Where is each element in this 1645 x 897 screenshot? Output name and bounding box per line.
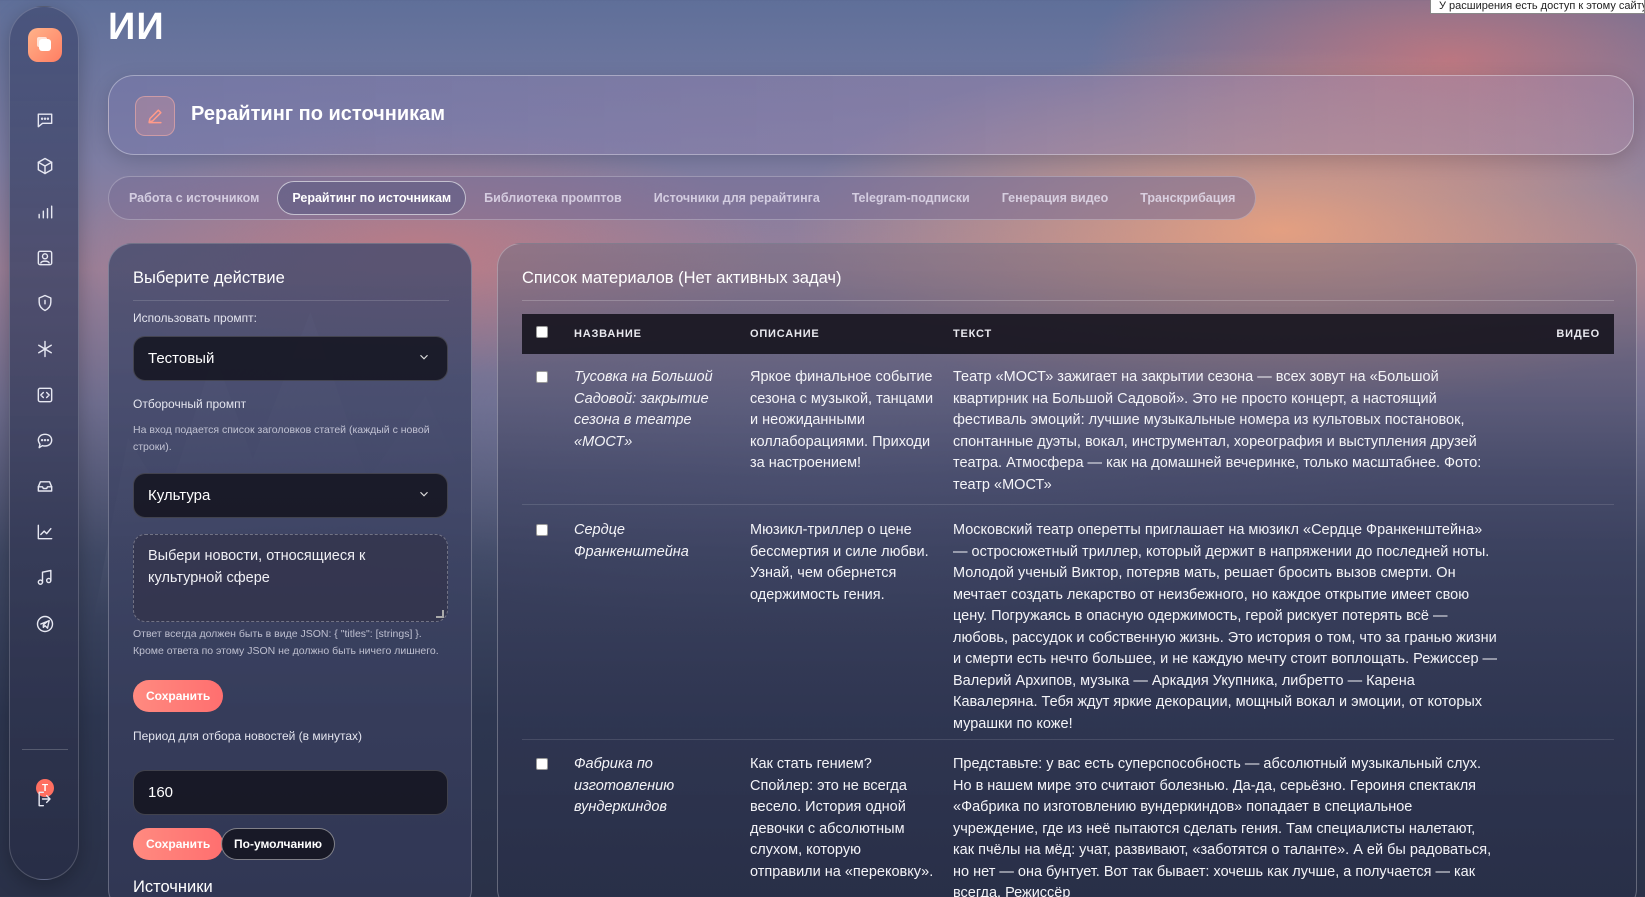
tab-transcription[interactable]: Транскрибация — [1126, 182, 1249, 214]
filter-prompt-textarea[interactable]: Выбери новости, относящиеся к культурной… — [133, 534, 448, 622]
filter-prompt-text: Выбери новости, относящиеся к культурной… — [148, 548, 366, 586]
app-logo[interactable] — [28, 28, 62, 62]
filter-prompt-value: Культура — [148, 487, 211, 504]
tab-bar: Работа с источником Рерайтинг по источни… — [108, 176, 1257, 220]
logo-icon — [39, 39, 51, 51]
table-row[interactable]: Сердце Франкенштейна Мюзикл-триллер о це… — [522, 505, 1614, 740]
row-description: Как стать гением? Спойлер: это не всегда… — [750, 756, 934, 880]
sidebar: T — [9, 6, 79, 880]
cube-icon[interactable] — [30, 151, 60, 181]
save-period-button[interactable]: Сохранить — [133, 828, 224, 860]
period-label: Период для отбора новостей (в минутах) — [133, 729, 362, 743]
prompt-label: Использовать промпт: — [133, 311, 257, 325]
bar-chart-icon[interactable] — [30, 197, 60, 227]
prompt-select-value: Тестовый — [148, 350, 215, 367]
row-name: Фабрика по изготовлению вундеркиндов — [574, 756, 675, 815]
shield-icon[interactable] — [30, 288, 60, 318]
edit-pen-icon — [135, 96, 175, 136]
row-text: Театр «МОСТ» зажигает на закрытии сезона… — [953, 369, 1482, 493]
chevron-down-icon — [417, 350, 433, 366]
row-checkbox[interactable] — [536, 371, 548, 383]
row-checkbox[interactable] — [536, 524, 548, 536]
chat-icon[interactable] — [30, 105, 60, 135]
materials-table: НАЗВАНИЕ ОПИСАНИЕ ТЕКСТ ВИДЕО Тусовка на… — [522, 314, 1614, 897]
action-panel: Выберите действие Использовать промпт: Т… — [108, 243, 472, 897]
tab-source-work[interactable]: Работа с источником — [115, 182, 273, 214]
divider — [522, 300, 1614, 301]
tab-video-generation[interactable]: Генерация видео — [988, 182, 1123, 214]
prompt-select[interactable]: Тестовый — [133, 336, 448, 381]
filter-prompt-label: Отборочный промпт — [133, 397, 247, 411]
tab-prompt-library[interactable]: Библиотека промптов — [470, 182, 636, 214]
tab-rewrite-sources[interactable]: Источники для рерайтинга — [640, 182, 834, 214]
row-text: Представьте: у вас есть суперспособность… — [953, 756, 1492, 897]
save-prompt-button[interactable]: Сохранить — [133, 680, 224, 712]
sidebar-divider — [22, 749, 68, 750]
row-name: Сердце Франкенштейна — [574, 522, 689, 560]
materials-panel: Список материалов (Нет активных задач) Н… — [497, 243, 1637, 897]
tab-telegram-subscriptions[interactable]: Telegram-подписки — [838, 182, 984, 214]
materials-title: Список материалов (Нет активных задач) — [522, 269, 842, 287]
extension-access-banner: У расширения есть доступ к этому сайту — [1430, 0, 1645, 14]
json-format-help: Ответ всегда должен быть в виде JSON: { … — [133, 628, 439, 657]
table-row[interactable]: Тусовка на Большой Садовой: закрытие сез… — [522, 354, 1614, 505]
row-text: Московский театр оперетты приглашает на … — [953, 522, 1498, 732]
table-row[interactable]: Фабрика по изготовлению вундеркиндов Как… — [522, 740, 1614, 897]
telegram-icon[interactable] — [30, 609, 60, 639]
row-name: Тусовка на Большой Садовой: закрытие сез… — [574, 369, 713, 450]
row-description: Мюзикл-триллер о цене бессмертия и силе … — [750, 522, 929, 603]
page-title: Рерайтинг по источникам — [191, 103, 446, 125]
chevron-down-icon — [417, 487, 433, 503]
divider — [133, 300, 449, 301]
inbox-icon[interactable] — [30, 471, 60, 501]
message-icon[interactable] — [30, 426, 60, 456]
sources-title: Источники — [133, 878, 213, 896]
user-card-icon[interactable] — [30, 243, 60, 273]
column-text[interactable]: ТЕКСТ — [953, 328, 992, 340]
action-panel-title: Выберите действие — [133, 269, 285, 287]
asterisk-icon[interactable] — [30, 334, 60, 364]
logout-icon[interactable] — [30, 784, 60, 814]
table-header: НАЗВАНИЕ ОПИСАНИЕ ТЕКСТ ВИДЕО — [522, 314, 1614, 354]
music-icon[interactable] — [30, 563, 60, 593]
row-description: Яркое финальное событие сезона с музыкой… — [750, 369, 934, 471]
tab-rewriting[interactable]: Рерайтинг по источникам — [277, 181, 467, 215]
column-video[interactable]: ВИДЕО — [1556, 328, 1600, 340]
default-period-button[interactable]: По-умолчанию — [221, 828, 336, 860]
period-input[interactable]: 160 — [133, 770, 448, 815]
filter-prompt-help: На вход подается список заголовков стате… — [133, 424, 430, 453]
trend-chart-icon[interactable] — [30, 517, 60, 547]
row-checkbox[interactable] — [536, 758, 548, 770]
page-header: Рерайтинг по источникам — [108, 75, 1634, 155]
column-name[interactable]: НАЗВАНИЕ — [574, 328, 642, 340]
code-icon[interactable] — [30, 380, 60, 410]
select-all-checkbox[interactable] — [536, 326, 548, 338]
resize-handle[interactable] — [436, 610, 444, 618]
column-description[interactable]: ОПИСАНИЕ — [750, 328, 820, 340]
filter-prompt-select[interactable]: Культура — [133, 473, 448, 518]
app-title: ИИ — [108, 6, 165, 48]
